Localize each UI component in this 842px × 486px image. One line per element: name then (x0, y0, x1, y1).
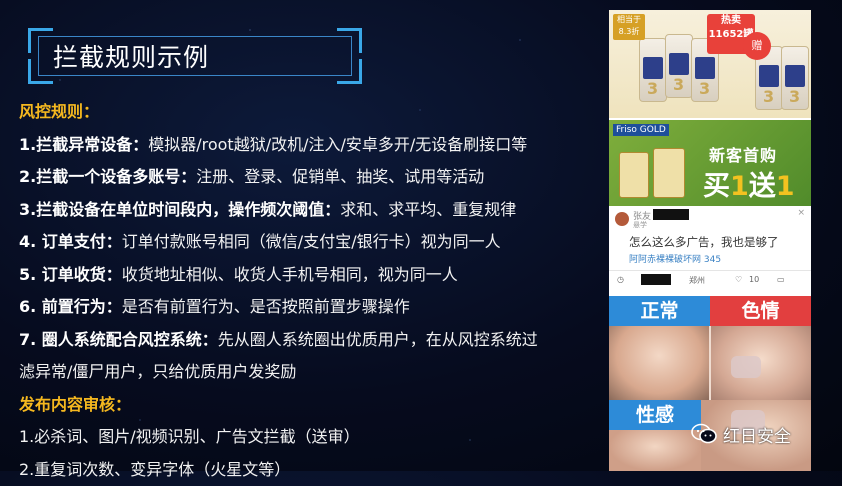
comment-actions: ◷ 郑州 ♡ 10 ▭ (609, 270, 811, 289)
close-icon[interactable]: × (797, 208, 805, 218)
comment-card: 张友 悬学 × 怎么这么多广告，我也是够了 阿阿赤裸裸破坏网 345 ◷ 郑州 … (609, 206, 811, 294)
rule-text: 收货地址相似、收货人手机号相同，视为同一人 (122, 265, 458, 284)
rule-line: 5. 订单收货：收货地址相似、收货人手机号相同，视为同一人 (19, 259, 599, 292)
product-can: 3 (639, 38, 667, 102)
label-sexy: 性感 (609, 400, 701, 430)
rule-line: 2.拦截一个设备多账号：注册、登录、促销单、抽奖、试用等活动 (19, 161, 599, 194)
rule-text: 是否有前置行为、是否按照前置步骤操作 (122, 297, 410, 316)
rule-label: 1.拦截异常设备： (19, 135, 148, 154)
rule-line: 3.拦截设备在单位时间段内，操作频次阈值：求和、求平均、重复规律 (19, 194, 599, 227)
author-level: 悬学 (633, 220, 647, 230)
rule-line: 1.拦截异常设备：模拟器/root越狱/改机/注入/安卓多开/无设备刷接口等 (19, 129, 599, 162)
sample-photo (609, 326, 709, 400)
page-title: 拦截规则示例 (53, 38, 209, 74)
section-heading: 发布内容审核： (19, 389, 599, 422)
avatar (615, 212, 629, 226)
share-icon[interactable]: ◷ (617, 275, 624, 284)
rule-text: 注册、登录、促销单、抽奖、试用等活动 (196, 167, 484, 186)
example-images-panel: 3 3 3 3 3 相当于8.3折 热卖11652罐 赠 Friso GOLD … (609, 10, 811, 471)
rule-text: 求和、求平均、重复规律 (340, 200, 516, 219)
rule-label: 7. 圈人系统配合风控系统： (19, 330, 218, 349)
rule-label: 4. 订单支付： (19, 232, 122, 251)
gift-badge: 赠 (743, 32, 771, 60)
milk-powder-ad: 3 3 3 3 3 相当于8.3折 热卖11652罐 赠 (609, 10, 811, 118)
sample-photo (711, 326, 811, 400)
rule-label: 6. 前置行为： (19, 297, 122, 316)
product-can: 3 (665, 34, 693, 98)
watermark-text: 红日安全 (723, 422, 791, 447)
rule-label: 5. 订单收货： (19, 265, 122, 284)
sample-photo (609, 430, 701, 471)
label-normal: 正常 (609, 296, 710, 326)
product-can (653, 148, 685, 198)
rule-line: 7. 圈人系统配合风控系统：先从圈人系统圈出优质用户，在从风控系统过 (19, 324, 599, 357)
comment-text: 怎么这么多广告，我也是够了 (629, 234, 779, 250)
comment-icon[interactable]: ▭ (777, 275, 785, 284)
label-porn: 色情 (710, 296, 811, 326)
ad-headline: 新客首购 (709, 142, 777, 166)
rule-line: 滤异常/僵尸用户，只给优质用户发奖励 (19, 356, 599, 389)
rule-line: 4. 订单支付：订单付款账号相同（微信/支付宝/银行卡）视为同一人 (19, 226, 599, 259)
rule-label: 2.拦截一个设备多账号： (19, 167, 196, 186)
rules-content: 风控规则：1.拦截异常设备：模拟器/root越狱/改机/注入/安卓多开/无设备刷… (19, 96, 599, 486)
rule-line: 1.必杀词、图片/视频识别、广告文拦截（送审） (19, 421, 599, 454)
location-text: 郑州 (689, 275, 705, 286)
rule-text: 订单付款账号相同（微信/支付宝/银行卡）视为同一人 (122, 232, 501, 251)
redaction-bar (641, 274, 671, 285)
rule-text: 先从圈人系统圈出优质用户，在从风控系统过 (218, 330, 538, 349)
ad-offer: 买1送1 (703, 164, 795, 203)
rule-line: 6. 前置行为：是否有前置行为、是否按照前置步骤操作 (19, 291, 599, 324)
friso-ad: Friso GOLD 新客首购 买1送1 (609, 120, 811, 216)
rule-text: 模拟器/root越狱/改机/注入/安卓多开/无设备刷接口等 (148, 135, 527, 154)
friso-logo: Friso GOLD (613, 124, 669, 136)
rule-line: 2.重复词次数、变异字体（火星文等） (19, 454, 599, 486)
wechat-icon (691, 423, 717, 445)
title-inner-box: 拦截规则示例 (38, 36, 352, 76)
title-frame: 拦截规则示例 (28, 28, 362, 84)
like-count: 10 (749, 275, 759, 284)
product-can: 3 (781, 46, 809, 110)
redaction-bar (653, 209, 689, 220)
discount-tag: 相当于8.3折 (613, 14, 645, 40)
comment-subtext: 阿阿赤裸裸破坏网 345 (629, 252, 721, 265)
like-icon[interactable]: ♡ (735, 275, 742, 284)
watermark: 红日安全 (691, 421, 791, 447)
product-can (619, 152, 649, 198)
rule-label: 3.拦截设备在单位时间段内，操作频次阈值： (19, 200, 340, 219)
section-heading: 风控规则： (19, 96, 599, 129)
